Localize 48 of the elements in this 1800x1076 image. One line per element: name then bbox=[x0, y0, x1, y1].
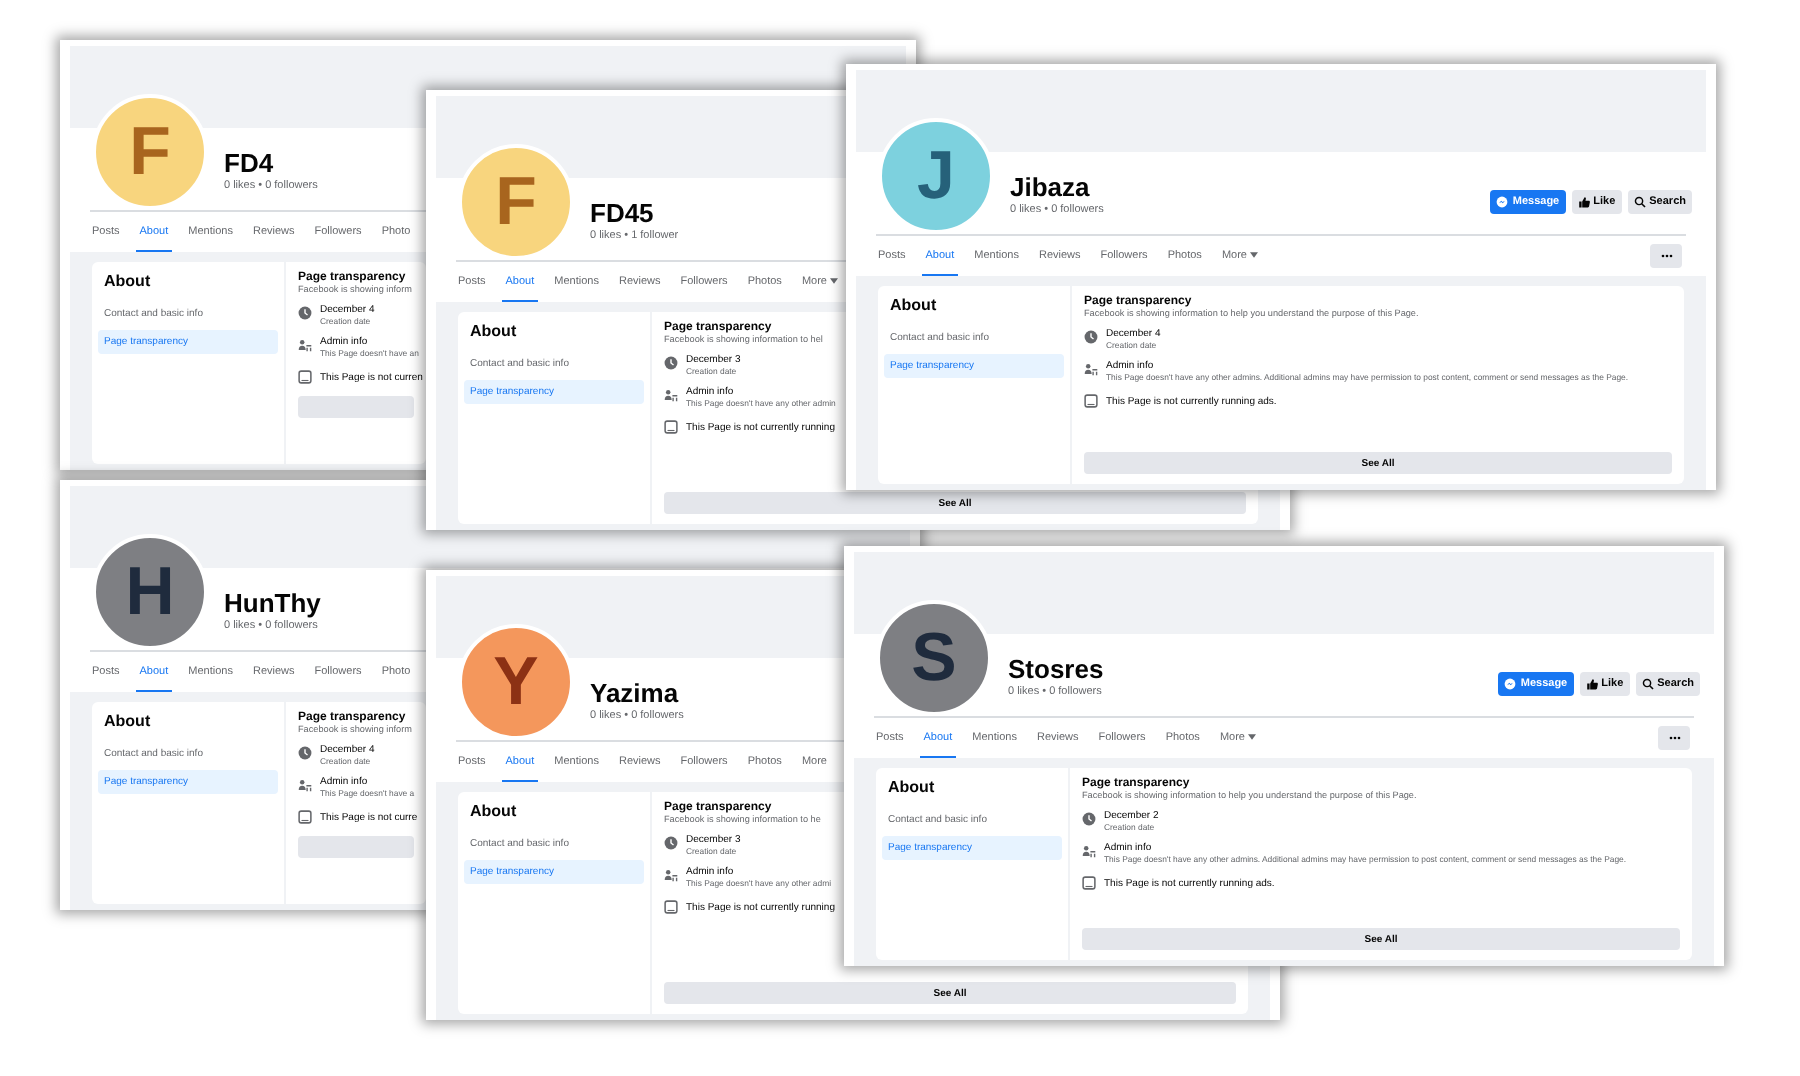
search-icon bbox=[1641, 677, 1654, 689]
panel-heading: About bbox=[468, 322, 519, 344]
panel-heading: About bbox=[888, 296, 939, 318]
clock-icon bbox=[298, 746, 312, 760]
screen-icon bbox=[664, 420, 678, 434]
clock-icon bbox=[664, 836, 678, 850]
caret-icon bbox=[1248, 734, 1257, 740]
clock-icon bbox=[664, 356, 678, 370]
more-options-button[interactable] bbox=[1650, 244, 1682, 268]
clock-icon bbox=[1084, 330, 1098, 344]
panel-heading: About bbox=[102, 272, 153, 294]
screen-icon bbox=[298, 370, 312, 384]
see-all-button[interactable] bbox=[298, 836, 414, 858]
panel-heading: About bbox=[468, 802, 519, 824]
avatar-initial: S bbox=[911, 624, 957, 692]
search-icon bbox=[1633, 195, 1646, 207]
people-icon bbox=[298, 778, 312, 792]
screen-icon bbox=[1082, 876, 1096, 890]
clock-icon bbox=[1082, 812, 1096, 826]
page-name: FD4 bbox=[224, 147, 276, 177]
avatar-initial: J bbox=[917, 142, 955, 210]
page-name: Jibaza bbox=[1010, 171, 1092, 201]
messenger-icon bbox=[1496, 195, 1509, 207]
avatar-initial: Y bbox=[493, 648, 539, 716]
avatar-initial: H bbox=[125, 558, 175, 626]
more-options-button[interactable] bbox=[1658, 726, 1690, 750]
people-icon bbox=[664, 868, 678, 882]
screen-icon bbox=[1084, 394, 1098, 408]
people-icon bbox=[1084, 362, 1098, 376]
thumbs-up-icon bbox=[1577, 195, 1590, 207]
people-icon bbox=[1082, 844, 1096, 858]
panel-heading: About bbox=[886, 778, 937, 800]
caret-icon bbox=[830, 278, 839, 284]
clock-icon bbox=[298, 306, 312, 320]
page-name: Stosres bbox=[1008, 653, 1104, 683]
page-name: HunThy bbox=[224, 587, 321, 617]
page-name: FD45 bbox=[590, 197, 656, 227]
screen-icon bbox=[664, 900, 678, 914]
avatar-initial: F bbox=[495, 168, 537, 236]
see-all-button[interactable] bbox=[298, 396, 414, 418]
people-icon bbox=[298, 338, 312, 352]
panel-heading: About bbox=[102, 712, 153, 734]
page-name: Yazima bbox=[590, 677, 681, 707]
screen-icon bbox=[298, 810, 312, 824]
people-icon bbox=[664, 388, 678, 402]
thumbs-up-icon bbox=[1585, 677, 1598, 689]
avatar-initial: F bbox=[129, 118, 171, 186]
messenger-icon bbox=[1504, 677, 1517, 689]
